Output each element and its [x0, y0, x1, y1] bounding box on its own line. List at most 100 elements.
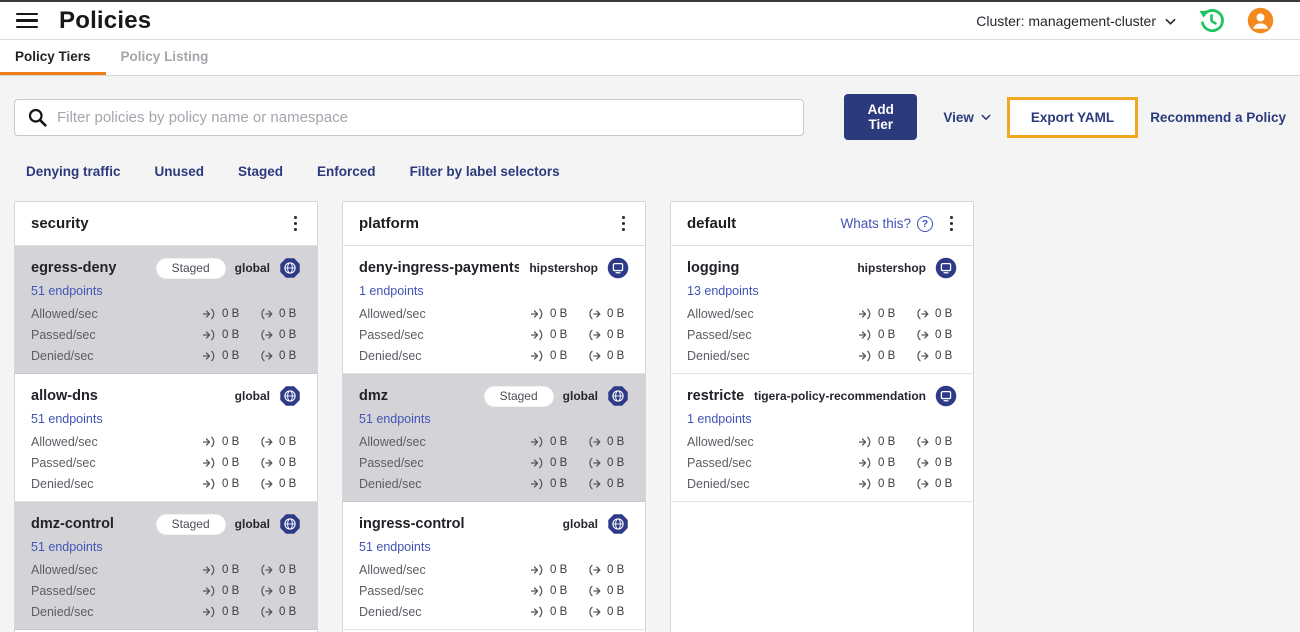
- egress-icon: [589, 329, 601, 341]
- policy-card-restricted[interactable]: restricted tigera-policy-recommendation …: [671, 374, 973, 502]
- endpoints-link[interactable]: 13 endpoints: [687, 284, 759, 298]
- egress-icon: [261, 606, 273, 618]
- egress-bytes: 0 B: [279, 478, 297, 490]
- ingress-icon: [531, 436, 543, 448]
- policy-card-logging[interactable]: logging hipstershop 13 endpoints Allowed…: [671, 246, 973, 374]
- policy-card-dmz-control[interactable]: dmz-control Staged global 51 endpoints A…: [15, 502, 317, 630]
- quick-filter-unused[interactable]: Unused: [155, 164, 205, 179]
- endpoints-link[interactable]: 51 endpoints: [359, 540, 431, 554]
- egress-icon: [917, 478, 929, 490]
- metric-row: Allowed/sec 0 B 0 B: [687, 307, 957, 321]
- quick-filter-filter-by-label-selectors[interactable]: Filter by label selectors: [410, 164, 560, 179]
- metric-label: Allowed/sec: [359, 563, 426, 577]
- endpoints-link[interactable]: 51 endpoints: [31, 284, 103, 298]
- metric-row: Denied/sec 0 B 0 B: [687, 349, 957, 363]
- view-button[interactable]: View: [943, 110, 991, 125]
- metric-row: Denied/sec 0 B 0 B: [31, 605, 301, 619]
- export-yaml-button[interactable]: Export YAML: [1031, 110, 1114, 125]
- tier-column-platform: platform ? deny-ingress-paymentservi… hi…: [342, 201, 646, 632]
- policy-card-allow-dns[interactable]: allow-dns global 51 endpoints Allowed/se…: [15, 374, 317, 502]
- metric-row: Denied/sec 0 B 0 B: [687, 477, 957, 491]
- tier-menu-kebab-icon[interactable]: [290, 213, 301, 233]
- ingress-icon: [859, 436, 871, 448]
- tier-column-security: security ? egress-deny Staged global 51 …: [14, 201, 318, 632]
- metric-label: Denied/sec: [687, 349, 750, 363]
- egress-bytes: 0 B: [935, 457, 953, 469]
- policy-scope-label: hipstershop: [529, 261, 598, 275]
- app-header: Policies Cluster: management-cluster: [0, 2, 1300, 40]
- egress-bytes: 0 B: [607, 308, 625, 320]
- endpoints-link[interactable]: 51 endpoints: [359, 412, 431, 426]
- recommend-policy-button[interactable]: Recommend a Policy: [1150, 110, 1286, 125]
- ingress-icon: [859, 350, 871, 362]
- metric-label: Allowed/sec: [31, 435, 98, 449]
- endpoints-link[interactable]: 51 endpoints: [31, 412, 103, 426]
- endpoints-link[interactable]: 1 endpoints: [359, 284, 424, 298]
- ingress-bytes: 0 B: [550, 585, 568, 597]
- quick-filter-enforced[interactable]: Enforced: [317, 164, 376, 179]
- tier-header: default Whats this? ?: [671, 202, 973, 246]
- global-octagon-icon: [280, 386, 300, 406]
- egress-icon: [589, 585, 601, 597]
- egress-icon: [917, 308, 929, 320]
- ingress-icon: [531, 564, 543, 576]
- egress-bytes: 0 B: [279, 564, 297, 576]
- ingress-bytes: 0 B: [550, 457, 568, 469]
- metric-label: Passed/sec: [359, 456, 424, 470]
- metric-label: Passed/sec: [31, 584, 96, 598]
- policy-name: allow-dns: [31, 388, 98, 404]
- ingress-icon: [203, 308, 215, 320]
- ingress-bytes: 0 B: [222, 585, 240, 597]
- egress-bytes: 0 B: [279, 457, 297, 469]
- endpoints-link[interactable]: 51 endpoints: [31, 540, 103, 554]
- policy-scope-label: global: [234, 389, 270, 403]
- ingress-icon: [203, 606, 215, 618]
- egress-icon: [589, 606, 601, 618]
- egress-icon: [589, 457, 601, 469]
- egress-bytes: 0 B: [279, 308, 297, 320]
- egress-bytes: 0 B: [935, 308, 953, 320]
- policy-card-dmz[interactable]: dmz Staged global 51 endpoints Allowed/s…: [343, 374, 645, 502]
- metric-row: Allowed/sec 0 B 0 B: [31, 563, 301, 577]
- egress-icon: [261, 457, 273, 469]
- metric-label: Passed/sec: [687, 328, 752, 342]
- metric-label: Denied/sec: [31, 477, 94, 491]
- hamburger-menu-icon[interactable]: [16, 12, 38, 29]
- metric-row: Allowed/sec 0 B 0 B: [31, 435, 301, 449]
- tier-menu-kebab-icon[interactable]: [618, 213, 629, 233]
- policy-scope-label: global: [234, 261, 270, 275]
- egress-bytes: 0 B: [279, 436, 297, 448]
- export-yaml-highlight: Export YAML: [1006, 96, 1139, 138]
- policy-scope-label: global: [234, 517, 270, 531]
- metric-label: Allowed/sec: [359, 435, 426, 449]
- tab-policy-tiers[interactable]: Policy Tiers: [0, 40, 106, 75]
- policy-card-deny-ingress-paymentservi[interactable]: deny-ingress-paymentservi… hipstershop 1…: [343, 246, 645, 374]
- history-icon[interactable]: [1198, 7, 1225, 34]
- metric-row: Passed/sec 0 B 0 B: [31, 456, 301, 470]
- policy-card-egress-deny[interactable]: egress-deny Staged global 51 endpoints A…: [15, 246, 317, 374]
- endpoints-link[interactable]: 1 endpoints: [687, 412, 752, 426]
- policy-name: logging: [687, 260, 740, 276]
- policy-card-ingress-control[interactable]: ingress-control global 51 endpoints Allo…: [343, 502, 645, 630]
- quick-filter-staged[interactable]: Staged: [238, 164, 283, 179]
- metric-label: Passed/sec: [31, 456, 96, 470]
- quick-filter-denying-traffic[interactable]: Denying traffic: [26, 164, 121, 179]
- policy-name: ingress-control: [359, 516, 465, 532]
- egress-icon: [917, 350, 929, 362]
- egress-icon: [589, 478, 601, 490]
- user-avatar-icon[interactable]: [1247, 7, 1274, 34]
- whats-this-link[interactable]: Whats this? ?: [840, 215, 933, 232]
- policy-scope-label: global: [562, 389, 598, 403]
- add-tier-button[interactable]: Add Tier: [844, 94, 918, 140]
- egress-icon: [589, 308, 601, 320]
- egress-icon: [917, 329, 929, 341]
- tier-menu-kebab-icon[interactable]: [946, 213, 957, 233]
- egress-bytes: 0 B: [607, 457, 625, 469]
- tab-policy-listing[interactable]: Policy Listing: [106, 40, 224, 75]
- metric-label: Denied/sec: [359, 605, 422, 619]
- policy-search-input[interactable]: [57, 108, 792, 126]
- metric-row: Allowed/sec 0 B 0 B: [359, 563, 629, 577]
- egress-bytes: 0 B: [279, 585, 297, 597]
- ingress-bytes: 0 B: [878, 457, 896, 469]
- cluster-selector[interactable]: Cluster: management-cluster: [976, 13, 1176, 29]
